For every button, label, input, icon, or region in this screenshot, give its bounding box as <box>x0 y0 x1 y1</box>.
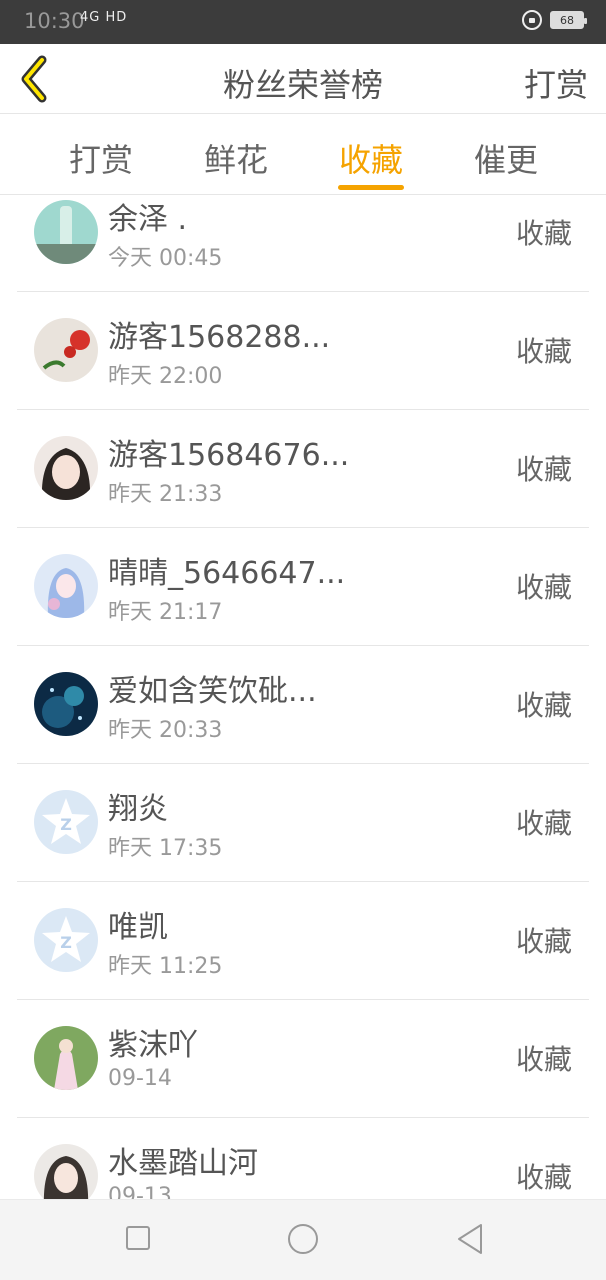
back-triangle-icon[interactable] <box>455 1222 485 1256</box>
tab-label: 催更 <box>473 141 538 179</box>
lock-icon <box>522 10 542 30</box>
system-nav-bar <box>0 1199 606 1280</box>
avatar <box>34 200 98 264</box>
qq-default-icon: Z <box>34 908 98 972</box>
list-item[interactable]: Z 翔炎 昨天 17:35 收藏 <box>17 764 589 882</box>
fan-list[interactable]: 余泽 . 今天 00:45 收藏 游客1568288... 昨天 22:00 收… <box>0 196 606 1199</box>
timestamp: 昨天 21:33 <box>108 482 223 507</box>
list-item[interactable]: 紫沫吖 09-14 收藏 <box>17 1000 589 1118</box>
timestamp: 昨天 21:17 <box>108 600 223 625</box>
avatar <box>34 436 98 500</box>
user-name: 水墨踏山河 <box>108 1146 258 1181</box>
tab-label: 打赏 <box>68 141 133 179</box>
tab-flowers[interactable]: 鲜花 <box>191 135 281 181</box>
tab-label: 收藏 <box>338 141 403 179</box>
avatar <box>34 1026 98 1090</box>
qq-default-icon: Z <box>34 790 98 854</box>
home-button[interactable] <box>288 1224 318 1254</box>
user-name: 紫沫吖 <box>108 1028 198 1063</box>
user-name: 余泽 . <box>108 202 188 237</box>
favorite-label: 收藏 <box>515 217 572 250</box>
svg-text:Z: Z <box>60 933 72 952</box>
header-bar: 粉丝荣誉榜 打赏 <box>0 44 606 114</box>
user-name: 唯凯 <box>108 910 168 945</box>
avatar <box>34 1144 98 1199</box>
timestamp: 昨天 22:00 <box>108 364 223 389</box>
recent-apps-button[interactable] <box>126 1226 150 1250</box>
list-item[interactable]: 游客15684676... 昨天 21:33 收藏 <box>17 410 589 528</box>
favorite-label: 收藏 <box>515 1043 572 1076</box>
network-label: HD <box>105 10 128 25</box>
battery-icon: 68 <box>550 11 587 29</box>
list-item[interactable]: 水墨踏山河 09-13 收藏 <box>17 1118 589 1199</box>
timestamp: 今天 00:45 <box>108 246 223 271</box>
favorite-label: 收藏 <box>515 689 572 722</box>
list-item[interactable]: 爱如含笑饮砒... 昨天 20:33 收藏 <box>17 646 589 764</box>
list-item[interactable]: 晴晴_5646647... 昨天 21:17 收藏 <box>17 528 589 646</box>
tab-bar: 打赏 鲜花 收藏 催更 <box>0 115 606 195</box>
tab-favorites[interactable]: 收藏 <box>326 135 416 190</box>
tab-reward[interactable]: 打赏 <box>56 135 146 181</box>
user-name: 游客1568288... <box>108 320 331 355</box>
timestamp: 昨天 17:35 <box>108 836 223 861</box>
status-signal: 4G HD <box>80 10 127 25</box>
fan-list-content: 余泽 . 今天 00:45 收藏 游客1568288... 昨天 22:00 收… <box>0 196 606 1199</box>
page-title: 粉丝荣誉榜 <box>222 66 383 104</box>
tab-active-indicator <box>338 185 404 190</box>
user-name: 游客15684676... <box>108 438 348 473</box>
status-bar: 10:30 4G HD 68 <box>0 0 606 44</box>
signal-label: 4G <box>80 10 101 25</box>
favorite-label: 收藏 <box>515 807 572 840</box>
timestamp: 昨天 11:25 <box>108 954 223 979</box>
list-item[interactable]: Z 唯凯 昨天 11:25 收藏 <box>17 882 589 1000</box>
timestamp: 昨天 20:33 <box>108 718 223 743</box>
battery-level: 68 <box>560 13 574 27</box>
user-name: 爱如含笑饮砒... <box>108 674 317 709</box>
avatar <box>34 672 98 736</box>
timestamp: 09-13 <box>108 1184 172 1199</box>
favorite-label: 收藏 <box>515 925 572 958</box>
avatar <box>34 318 98 382</box>
tab-label: 鲜花 <box>203 141 268 179</box>
favorite-label: 收藏 <box>515 571 572 604</box>
status-time: 10:30 <box>24 9 85 33</box>
list-item[interactable]: 余泽 . 今天 00:45 收藏 <box>17 196 589 292</box>
tab-urge-update[interactable]: 催更 <box>461 135 551 181</box>
favorite-label: 收藏 <box>515 1161 572 1194</box>
list-item[interactable]: 游客1568288... 昨天 22:00 收藏 <box>17 292 589 410</box>
timestamp: 09-14 <box>108 1066 172 1091</box>
status-right: 68 <box>522 10 587 30</box>
avatar <box>34 554 98 618</box>
user-name: 晴晴_5646647... <box>108 556 346 591</box>
reward-button[interactable]: 打赏 <box>524 60 588 106</box>
svg-text:Z: Z <box>60 815 72 834</box>
favorite-label: 收藏 <box>515 453 572 486</box>
user-name: 翔炎 <box>108 792 168 827</box>
favorite-label: 收藏 <box>515 335 572 368</box>
